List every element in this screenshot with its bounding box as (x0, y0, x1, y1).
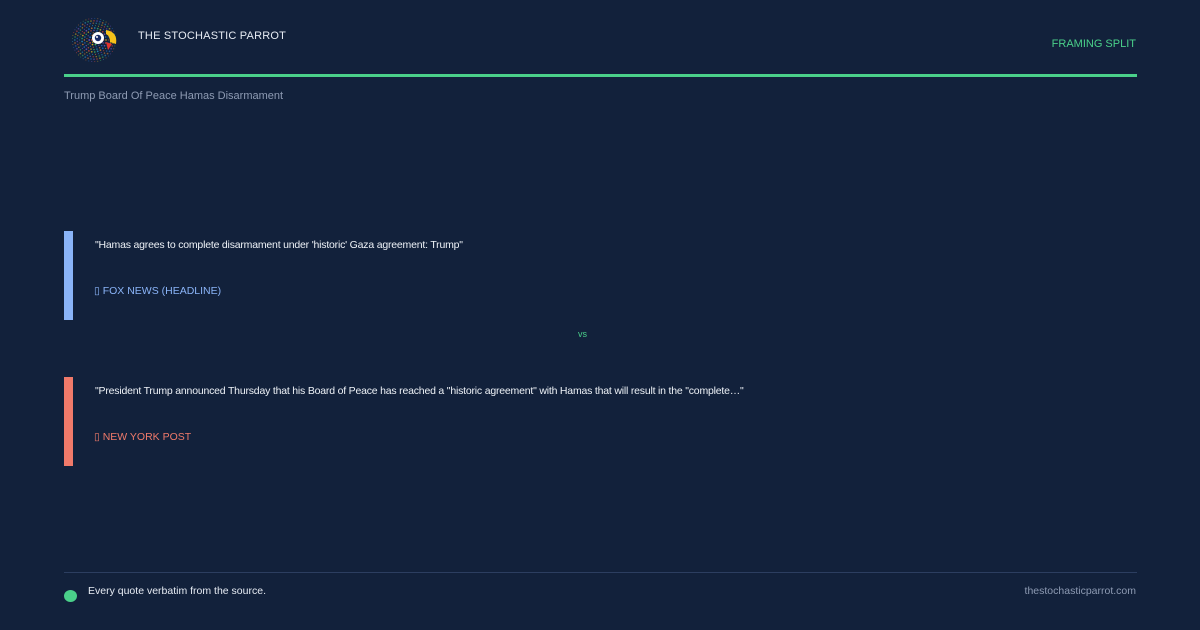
footer-divider (64, 572, 1137, 573)
quote-text: "Hamas agrees to complete disarmament un… (95, 239, 463, 251)
footer-note: Every quote verbatim from the source. (88, 585, 266, 597)
quote-accent-bar (64, 377, 73, 466)
share-card: THE STOCHASTIC PARROT FRAMING SPLIT Trum… (0, 0, 1200, 630)
story-topic: Trump Board Of Peace Hamas Disarmament (64, 90, 284, 102)
framing-split-tag: FRAMING SPLIT (1051, 38, 1136, 50)
green-dot-icon (64, 590, 77, 602)
quote-source: ▯ NEW YORK POST (94, 431, 192, 443)
site-link[interactable]: thestochasticparrot.com (1025, 585, 1136, 597)
quote-text: "President Trump announced Thursday that… (95, 385, 744, 397)
brand-name: THE STOCHASTIC PARROT (138, 30, 287, 42)
versus-label: vs (578, 329, 587, 339)
quote-source: ▯ FOX NEWS (HEADLINE) (94, 285, 222, 297)
quote-accent-bar (64, 231, 73, 320)
header-divider (64, 74, 1137, 77)
quote-card-nypost: "President Trump announced Thursday that… (64, 377, 1137, 466)
quote-card-fox: "Hamas agrees to complete disarmament un… (64, 231, 1137, 320)
parrot-logo-icon (71, 17, 117, 63)
